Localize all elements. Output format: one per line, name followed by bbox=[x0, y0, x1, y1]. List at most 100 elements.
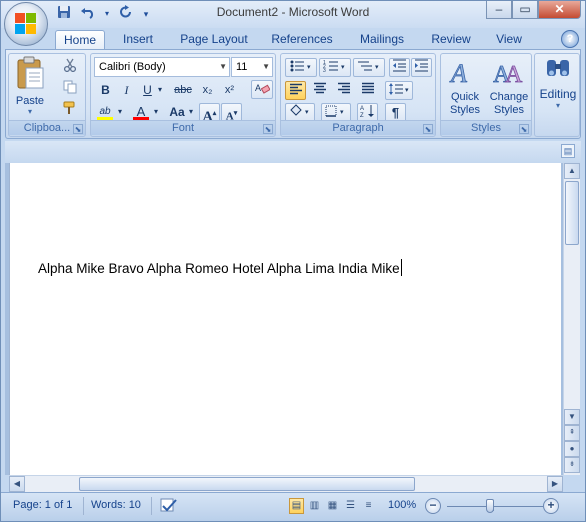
scroll-up-icon[interactable]: ▲ bbox=[564, 163, 580, 179]
increase-indent-icon bbox=[415, 59, 428, 72]
print-layout-view-icon[interactable]: ▤ bbox=[289, 498, 304, 514]
scroll-right-icon[interactable]: ▶ bbox=[547, 476, 563, 492]
scroll-left-icon[interactable]: ◀ bbox=[9, 476, 25, 492]
page-count[interactable]: Page: 1 of 1 bbox=[13, 499, 72, 511]
previous-page-icon[interactable]: ⇞ bbox=[564, 425, 580, 441]
quick-styles-button[interactable]: A Quick Styles bbox=[443, 56, 487, 120]
select-browse-object-icon[interactable]: ● bbox=[564, 441, 580, 457]
styles-group-label: Styles bbox=[441, 120, 531, 135]
change-styles-icon: AA bbox=[493, 62, 524, 89]
multilevel-list-button[interactable]: ▾ bbox=[353, 58, 385, 77]
horizontal-scrollbar[interactable]: ◀ ▶ bbox=[9, 475, 563, 492]
copy-icon[interactable] bbox=[59, 80, 80, 99]
web-layout-view-icon[interactable]: ▦ bbox=[325, 498, 340, 514]
tab-review[interactable]: Review bbox=[425, 30, 477, 50]
tab-references[interactable]: References bbox=[265, 30, 339, 50]
editing-button[interactable]: Editing ▾ bbox=[537, 56, 579, 132]
justify-button[interactable] bbox=[357, 81, 378, 100]
increase-indent-button[interactable] bbox=[411, 58, 432, 77]
document-body[interactable]: Alpha Mike Bravo Alpha Romeo Hotel Alpha… bbox=[38, 259, 402, 276]
horizontal-scroll-thumb[interactable] bbox=[79, 477, 415, 491]
proofing-icon[interactable] bbox=[159, 497, 179, 515]
svg-text:▾: ▾ bbox=[375, 64, 379, 71]
help-button[interactable]: ? bbox=[561, 30, 579, 48]
svg-text:▾: ▾ bbox=[405, 87, 409, 94]
outline-view-icon[interactable]: ☰ bbox=[343, 498, 358, 514]
svg-text:3: 3 bbox=[323, 68, 326, 73]
scroll-down-icon[interactable]: ▼ bbox=[564, 409, 580, 425]
line-spacing-icon: ▾ bbox=[389, 83, 409, 95]
change-styles-button[interactable]: AA Change Styles bbox=[487, 56, 531, 120]
vertical-scroll-thumb[interactable] bbox=[565, 181, 579, 245]
underline-chevron-down-icon[interactable]: ▾ bbox=[155, 81, 165, 100]
zoom-level[interactable]: 100% bbox=[388, 499, 416, 511]
tab-page-layout[interactable]: Page Layout bbox=[175, 30, 253, 50]
tab-insert[interactable]: Insert bbox=[113, 30, 163, 50]
styles-group: A Quick Styles AA Change Styles Styles ⬊ bbox=[440, 53, 532, 137]
quick-styles-label: Quick Styles bbox=[450, 91, 480, 116]
cut-icon[interactable] bbox=[59, 58, 80, 77]
borders-icon: ▾ bbox=[325, 105, 344, 117]
office-logo-icon bbox=[15, 13, 37, 35]
clipboard-dialog-launcher-icon[interactable]: ⬊ bbox=[73, 124, 83, 134]
paragraph-dialog-launcher-icon[interactable]: ⬊ bbox=[423, 124, 433, 134]
decrease-indent-icon bbox=[393, 59, 406, 72]
bullets-icon: ▾ bbox=[290, 60, 311, 72]
tab-view[interactable]: View bbox=[487, 30, 531, 50]
font-dialog-launcher-icon[interactable]: ⬊ bbox=[263, 124, 273, 134]
clipboard-group: Paste ▾ Clipboa... ⬊ bbox=[8, 53, 86, 137]
next-page-icon[interactable]: ⇟ bbox=[564, 457, 580, 473]
document-area: Alpha Mike Bravo Alpha Romeo Hotel Alpha… bbox=[5, 163, 563, 475]
tab-mailings[interactable]: Mailings bbox=[351, 30, 413, 50]
tab-home[interactable]: Home bbox=[55, 30, 105, 50]
view-ruler-icon[interactable]: ▤ bbox=[561, 144, 575, 158]
clear-formatting-button[interactable]: A bbox=[251, 80, 273, 99]
strikethrough-button[interactable]: abc bbox=[171, 81, 195, 100]
align-left-button[interactable] bbox=[285, 81, 306, 100]
document-page[interactable]: Alpha Mike Bravo Alpha Romeo Hotel Alpha… bbox=[9, 163, 561, 475]
subscript-button[interactable]: x₂ bbox=[197, 81, 218, 100]
decrease-indent-button[interactable] bbox=[389, 58, 410, 77]
align-center-button[interactable] bbox=[309, 81, 330, 100]
paste-dropdown-icon[interactable]: ▾ bbox=[13, 107, 47, 116]
paragraph-group: ▾ 1 2 3 ▾ ▾ ▾ ▾ ▾ A Z ¶ Paragraph ⬊ bbox=[280, 53, 436, 137]
zoom-in-icon[interactable]: + bbox=[543, 498, 559, 514]
maximize-button[interactable]: ▭ bbox=[512, 1, 538, 19]
bold-button[interactable]: B bbox=[95, 81, 116, 100]
editing-chevron-down-icon: ▾ bbox=[555, 101, 560, 110]
minimize-button[interactable]: – bbox=[486, 1, 512, 19]
close-button[interactable]: ✕ bbox=[538, 1, 581, 19]
sort-icon: AZ bbox=[360, 105, 374, 119]
font-size-dropdown[interactable]: 11 ▼ bbox=[231, 57, 273, 77]
styles-dialog-launcher-icon[interactable]: ⬊ bbox=[519, 124, 529, 134]
italic-button[interactable]: I bbox=[116, 81, 137, 100]
zoom-out-icon[interactable]: − bbox=[425, 498, 441, 514]
numbering-button[interactable]: 1 2 3 ▾ bbox=[319, 58, 351, 77]
svg-text:▾: ▾ bbox=[340, 109, 344, 116]
font-name-dropdown[interactable]: Calibri (Body) ▼ bbox=[94, 57, 230, 77]
vertical-scrollbar[interactable]: ▲ ▼ ⇞ ● ⇟ bbox=[563, 163, 580, 475]
zoom-slider-track[interactable] bbox=[447, 506, 543, 507]
svg-text:A: A bbox=[449, 59, 467, 88]
change-styles-label: Change Styles bbox=[489, 91, 529, 116]
office-button[interactable] bbox=[4, 2, 48, 46]
svg-text:Z: Z bbox=[360, 113, 364, 118]
ribbon-tabs: Home Insert Page Layout References Maili… bbox=[1, 28, 585, 50]
ribbon: Paste ▾ Clipboa... ⬊ Calibri (Body) ▼ 11 bbox=[5, 49, 581, 139]
format-painter-icon[interactable] bbox=[59, 100, 80, 119]
font-group: Calibri (Body) ▼ 11 ▼ A B I U ▾ abc x₂ x… bbox=[90, 53, 276, 137]
align-right-button[interactable] bbox=[333, 81, 354, 100]
full-screen-reading-view-icon[interactable]: ▥ bbox=[307, 498, 322, 514]
word-count[interactable]: Words: 10 bbox=[91, 499, 141, 511]
line-spacing-button[interactable]: ▾ bbox=[385, 81, 413, 100]
ruler-area: ▤ bbox=[5, 141, 581, 163]
editing-group: Editing ▾ bbox=[534, 53, 580, 137]
superscript-button[interactable]: x² bbox=[219, 81, 240, 100]
align-right-icon bbox=[337, 82, 350, 94]
status-bar: Page: 1 of 1 Words: 10 ▤ ▥ ▦ ☰ ≡ 100% − … bbox=[1, 492, 585, 521]
paste-button[interactable]: Paste ▾ bbox=[13, 56, 47, 118]
bullets-button[interactable]: ▾ bbox=[285, 58, 317, 77]
draft-view-icon[interactable]: ≡ bbox=[361, 498, 376, 514]
zoom-slider-thumb[interactable] bbox=[486, 499, 494, 513]
binoculars-icon bbox=[547, 60, 569, 76]
